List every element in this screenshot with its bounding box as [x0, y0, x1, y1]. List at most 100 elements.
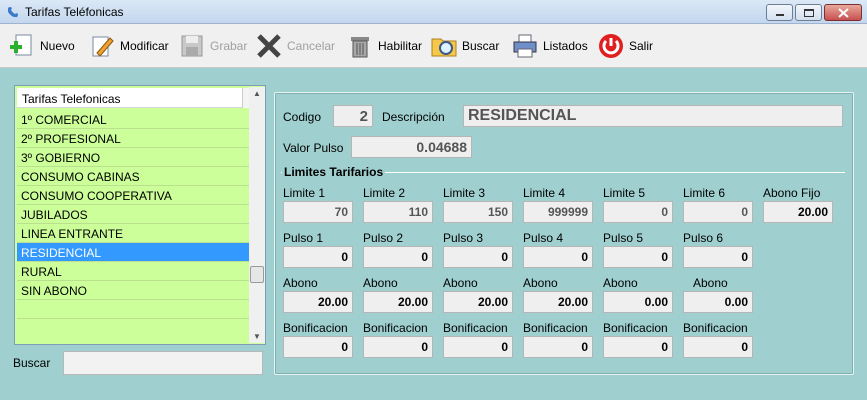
- pulso-5-label: Pulso 5: [603, 231, 644, 245]
- bonificacion-1-field[interactable]: 0: [283, 336, 353, 358]
- search-label: Buscar: [13, 356, 51, 370]
- list-header-separator: [242, 88, 249, 108]
- close-button[interactable]: [824, 4, 862, 21]
- codigo-field[interactable]: 2: [333, 105, 373, 127]
- habilitar-button[interactable]: Habilitar: [346, 30, 422, 62]
- abono-4-label: Abono: [523, 276, 558, 290]
- cancelar-button[interactable]: Cancelar: [255, 30, 335, 62]
- pulso-4-field[interactable]: 0: [523, 246, 593, 268]
- list-scrollbar[interactable]: ▲ ▼: [249, 87, 265, 343]
- bonificacion-4-field[interactable]: 0: [523, 336, 593, 358]
- pulso-1-label: Pulso 1: [283, 231, 324, 245]
- minimize-button[interactable]: [766, 4, 793, 21]
- buscar-button[interactable]: Buscar: [430, 30, 499, 62]
- list-item-selected[interactable]: RESIDENCIAL: [17, 243, 249, 262]
- edit-pencil-icon: [92, 36, 114, 57]
- bonificacion-3-label: Bonificacion: [443, 321, 508, 335]
- pulso-2-label: Pulso 2: [363, 231, 404, 245]
- list-item[interactable]: 2º PROFESIONAL: [17, 129, 249, 148]
- abono-1-label: Abono: [283, 276, 318, 290]
- trash-can-icon: [351, 37, 369, 58]
- abono-6-field[interactable]: 0.00: [683, 291, 753, 313]
- new-document-icon: [10, 34, 32, 56]
- valor-pulso-field[interactable]: 0.04688: [351, 136, 472, 158]
- abono-5-field[interactable]: 0.00: [603, 291, 673, 313]
- list-header[interactable]: Tarifas Telefonicas: [17, 88, 242, 108]
- limite-3-field[interactable]: 150: [443, 201, 513, 223]
- maximize-button[interactable]: [795, 4, 822, 21]
- pulso-3-field[interactable]: 0: [443, 246, 513, 268]
- abono-1-field[interactable]: 20.00: [283, 291, 353, 313]
- maximize-icon: [804, 9, 814, 17]
- listados-button[interactable]: Listados: [511, 30, 588, 62]
- bonificacion-5-label: Bonificacion: [603, 321, 668, 335]
- toolbar: Nuevo Modificar Grabar Cancelar Habilita…: [0, 24, 867, 68]
- list-item[interactable]: CONSUMO CABINAS: [17, 167, 249, 186]
- list-rows: 1º COMERCIAL 2º PROFESIONAL 3º GOBIERNO …: [17, 110, 249, 338]
- title-bar: Tarifas Teléfonicas: [0, 0, 867, 24]
- descripcion-field[interactable]: RESIDENCIAL: [463, 105, 843, 127]
- close-icon: [838, 8, 849, 18]
- grabar-button[interactable]: Grabar: [178, 30, 247, 62]
- nuevo-label: Nuevo: [40, 39, 75, 53]
- valor-pulso-label: Valor Pulso: [283, 141, 344, 155]
- search-input[interactable]: [63, 351, 263, 375]
- cancelar-label: Cancelar: [287, 39, 336, 53]
- codigo-label: Codigo: [283, 110, 322, 124]
- search-folder-icon: [431, 38, 457, 57]
- list-item-empty[interactable]: [17, 300, 249, 319]
- abono-3-label: Abono: [443, 276, 478, 290]
- bonificacion-4-label: Bonificacion: [523, 321, 588, 335]
- descripcion-label: Descripción: [382, 110, 445, 124]
- abono-4-field[interactable]: 20.00: [523, 291, 593, 313]
- habilitar-label: Habilitar: [378, 39, 423, 53]
- limite-2-label: Limite 2: [363, 186, 406, 200]
- list-item[interactable]: RURAL: [17, 262, 249, 281]
- list-item[interactable]: CONSUMO COOPERATIVA: [17, 186, 249, 205]
- nuevo-button[interactable]: Nuevo: [8, 30, 75, 62]
- pulso-6-field[interactable]: 0: [683, 246, 753, 268]
- limite-6-label: Limite 6: [683, 186, 726, 200]
- bonificacion-5-field[interactable]: 0: [603, 336, 673, 358]
- window-title: Tarifas Teléfonicas: [25, 5, 124, 19]
- limite-1-field[interactable]: 70: [283, 201, 353, 223]
- tarifas-list[interactable]: Tarifas Telefonicas 1º COMERCIAL 2º PROF…: [14, 85, 266, 345]
- limites-group-title: Limites Tarifarios: [282, 165, 386, 179]
- pulso-3-label: Pulso 3: [443, 231, 484, 245]
- scroll-thumb[interactable]: [250, 266, 264, 283]
- modificar-button[interactable]: Modificar: [88, 30, 169, 62]
- limite-2-field[interactable]: 110: [363, 201, 433, 223]
- pulso-6-label: Pulso 6: [683, 231, 724, 245]
- abono-3-field[interactable]: 20.00: [443, 291, 513, 313]
- scroll-up-arrow-icon[interactable]: ▲: [253, 89, 261, 98]
- abono-5-label: Abono: [603, 276, 638, 290]
- buscar-label: Buscar: [462, 39, 500, 53]
- bonificacion-1-label: Bonificacion: [283, 321, 348, 335]
- list-item[interactable]: 1º COMERCIAL: [17, 110, 249, 129]
- bonificacion-2-label: Bonificacion: [363, 321, 428, 335]
- abono-2-label: Abono: [363, 276, 398, 290]
- abono-fijo-field[interactable]: 20.00: [763, 201, 833, 223]
- limite-5-label: Limite 5: [603, 186, 646, 200]
- pulso-2-field[interactable]: 0: [363, 246, 433, 268]
- pulso-5-field[interactable]: 0: [603, 246, 673, 268]
- salir-label: Salir: [629, 39, 654, 53]
- list-item[interactable]: LINEA ENTRANTE: [17, 224, 249, 243]
- limite-4-field[interactable]: 999999: [523, 201, 593, 223]
- list-item-empty[interactable]: [17, 319, 249, 338]
- limite-6-field[interactable]: 0: [683, 201, 753, 223]
- scroll-down-arrow-icon[interactable]: ▼: [253, 332, 261, 341]
- limite-5-field[interactable]: 0: [603, 201, 673, 223]
- limite-4-label: Limite 4: [523, 186, 566, 200]
- list-item[interactable]: JUBILADOS: [17, 205, 249, 224]
- abono-2-field[interactable]: 20.00: [363, 291, 433, 313]
- bonificacion-3-field[interactable]: 0: [443, 336, 513, 358]
- phone-app-icon: [8, 7, 18, 18]
- minimize-icon: [776, 14, 784, 16]
- pulso-1-field[interactable]: 0: [283, 246, 353, 268]
- salir-button[interactable]: Salir: [597, 30, 653, 62]
- bonificacion-6-field[interactable]: 0: [683, 336, 753, 358]
- list-item[interactable]: SIN ABONO: [17, 281, 249, 300]
- list-item[interactable]: 3º GOBIERNO: [17, 148, 249, 167]
- bonificacion-2-field[interactable]: 0: [363, 336, 433, 358]
